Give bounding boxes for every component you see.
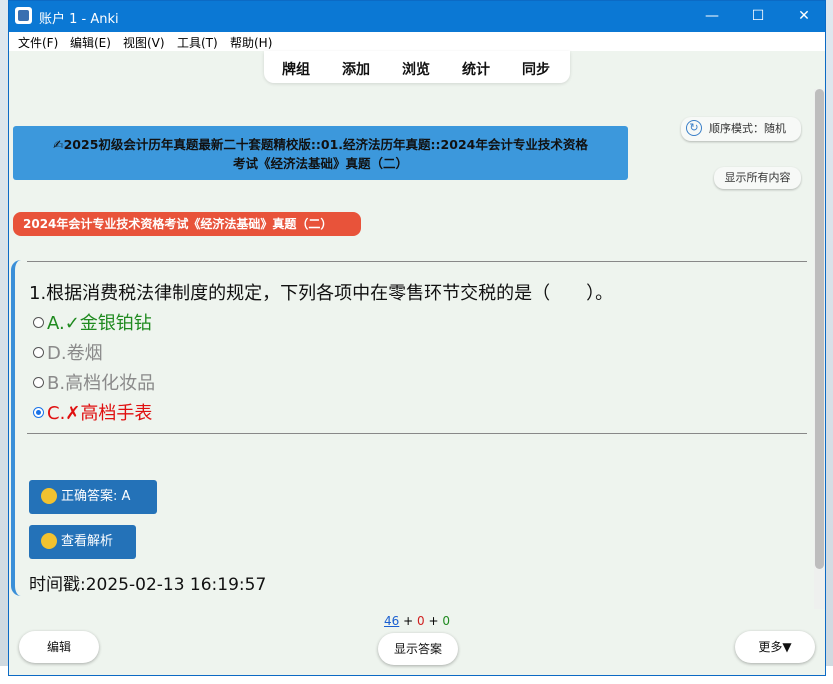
maximize-button[interactable]: ☐ [735, 1, 781, 32]
radio-option-b[interactable] [33, 376, 44, 388]
anki-window: 账户 1 - Anki — ☐ ✕ 文件(F) 编辑(E) 视图(V) 工具(T… [8, 0, 826, 676]
option-a-label: A.✓金银铂钻 [47, 313, 152, 334]
toolbar-stats[interactable]: 统计 [462, 59, 490, 79]
thinking-emoji-icon [41, 532, 57, 549]
due-counts: 46 + 0 + 0 [9, 614, 825, 628]
view-explanation-button[interactable]: 查看解析 [29, 525, 136, 559]
toolbar-decks[interactable]: 牌组 [282, 59, 310, 79]
title-bar: 账户 1 - Anki — ☐ ✕ [9, 1, 825, 32]
option-a[interactable]: A.✓金银铂钻 [33, 309, 152, 335]
order-mode-label: 顺序模式：随机 [709, 122, 786, 135]
divider-top [27, 261, 807, 262]
anki-app-icon [15, 7, 32, 24]
count-sep-1: + [403, 614, 414, 628]
menu-bar: 文件(F) 编辑(E) 视图(V) 工具(T) 帮助(H) [9, 32, 825, 51]
window-title: 账户 1 - Anki [39, 12, 119, 27]
view-explanation-label: 查看解析 [61, 534, 114, 549]
menu-tools[interactable]: 工具(T) [177, 34, 218, 51]
option-c[interactable]: C.✗高档手表 [33, 399, 152, 425]
toolbar-sync[interactable]: 同步 [522, 59, 550, 79]
source-tag: 2024年会计专业技术资格考试《经济法基础》真题（二） [13, 212, 361, 236]
menu-file[interactable]: 文件(F) [18, 34, 58, 51]
deck-path-line2: 考试《经济法基础》真题（二） [232, 156, 408, 171]
divider-bottom [27, 433, 807, 434]
minimize-button[interactable]: — [689, 1, 735, 32]
toolbar-add[interactable]: 添加 [342, 59, 370, 79]
count-sep-2: + [428, 614, 439, 628]
menu-view[interactable]: 视图(V) [123, 34, 165, 51]
timestamp: 时间戳:2025-02-13 16:19:57 [29, 575, 267, 595]
deck-path-banner: ✍2025初级会计历年真题最新二十套题精校版::01.经济法历年真题::2024… [13, 126, 628, 180]
edit-button[interactable]: 编辑 [19, 631, 99, 663]
option-b-label: B.高档化妆品 [47, 373, 156, 394]
option-d[interactable]: D.卷烟 [33, 339, 103, 365]
show-all-button[interactable]: 显示所有内容 [714, 167, 801, 189]
more-button[interactable]: 更多▼ [735, 631, 815, 663]
close-button[interactable]: ✕ [781, 1, 825, 32]
show-answer-button[interactable]: 显示答案 [378, 633, 458, 665]
correct-answer-button[interactable]: 正确答案: A [29, 480, 157, 514]
radio-option-c[interactable] [33, 406, 44, 418]
toolbar-browse[interactable]: 浏览 [402, 59, 430, 79]
deck-path-line1: ✍2025初级会计历年真题最新二十套题精校版::01.经济法历年真题::2024… [53, 137, 588, 152]
order-mode-button[interactable]: ↻ 顺序模式：随机 [681, 117, 801, 141]
menu-help[interactable]: 帮助(H) [230, 34, 272, 51]
correct-answer-label: 正确答案: A [61, 489, 131, 504]
review-bottom-bar: 46 + 0 + 0 编辑 显示答案 更多▼ [9, 609, 825, 675]
refresh-icon: ↻ [686, 120, 702, 136]
option-c-label: C.✗高档手表 [47, 403, 153, 424]
radio-option-a[interactable] [33, 316, 44, 328]
count-learn: 0 [417, 614, 425, 628]
radio-option-d[interactable] [33, 346, 44, 358]
count-review: 0 [442, 614, 450, 628]
main-toolbar: 牌组 添加 浏览 统计 同步 [264, 51, 570, 83]
menu-edit[interactable]: 编辑(E) [70, 34, 111, 51]
option-d-label: D.卷烟 [47, 343, 103, 364]
count-new[interactable]: 46 [384, 614, 399, 628]
option-b[interactable]: B.高档化妆品 [33, 369, 155, 395]
question-text: 1.根据消费税法律制度的规定，下列各项中在零售环节交税的是（ ）。 [29, 283, 614, 304]
smile-emoji-icon [41, 487, 57, 504]
